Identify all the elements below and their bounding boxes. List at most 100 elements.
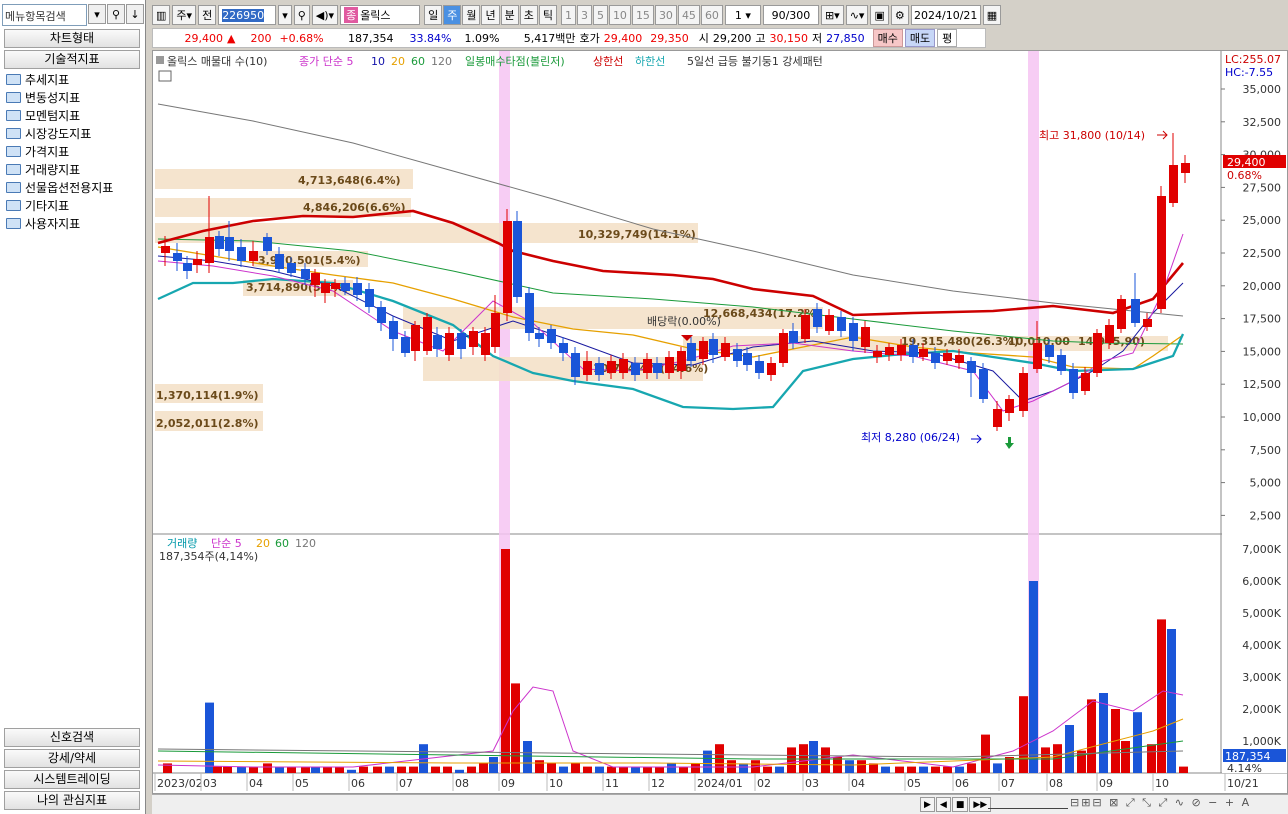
volume-bar [691, 763, 700, 773]
buy-button[interactable]: 매수 [872, 29, 903, 47]
count-select[interactable]: 1 ▾ [724, 5, 761, 25]
price-axis-label: 32,500 [1243, 116, 1282, 129]
dropdown-icon[interactable]: ▾ [88, 4, 106, 24]
panel-bottom-button[interactable]: 시스템트레이딩 [4, 770, 140, 789]
volume-profile-label: 4,713,648(6.4%) [298, 174, 401, 187]
period-tab[interactable]: 분 [500, 5, 519, 25]
indicator-folder[interactable]: 거래량지표 [6, 160, 113, 178]
candle-body [1005, 399, 1014, 413]
minute-button[interactable]: 5 [592, 5, 608, 25]
indicator-folder[interactable]: 변동성지표 [6, 88, 113, 106]
open-label: 시 [698, 32, 709, 45]
stock-name-field[interactable]: 종 올릭스 [340, 5, 421, 25]
time-axis-label: 06 [351, 777, 365, 790]
candle-body [631, 363, 640, 375]
legend-marker [156, 56, 164, 64]
candle-body [411, 325, 420, 351]
right-arrow-icon [1157, 130, 1168, 140]
speaker-icon[interactable]: ◀)▾ [311, 5, 339, 25]
date-field[interactable]: 2024/10/21 [910, 5, 981, 25]
prev-button[interactable]: 전 [198, 5, 217, 25]
volume-axis-label: 4,000K [1242, 639, 1281, 652]
panel-bottom-button[interactable]: 강세/약세 [4, 749, 140, 768]
chart-type-header[interactable]: 차트형태 [4, 29, 140, 48]
time-axis-label: 10 [1155, 777, 1169, 790]
minute-button[interactable]: 30 [654, 5, 677, 25]
volume-bar [347, 769, 356, 773]
zoom-slider[interactable] [988, 799, 1068, 809]
volume-bar [455, 769, 464, 773]
menu-search-input[interactable]: 메뉴항목검색 [2, 4, 87, 26]
period-tab[interactable]: 일 [424, 5, 443, 25]
candle-body [535, 333, 544, 339]
stock-chart[interactable]: 4,713,648(6.4%) 4,846,206(6.6%) 10,329,749… [152, 50, 1288, 794]
indicator-folder[interactable]: 시장강도지표 [6, 124, 113, 142]
indicator-folder[interactable]: 선물옵션전용지표 [6, 178, 113, 196]
indicator-folder[interactable]: 모멘텀지표 [6, 106, 113, 124]
volume-bar [409, 766, 418, 773]
minute-button[interactable]: 3 [576, 5, 592, 25]
upper-band-legend: 상한선 [593, 55, 623, 68]
open-price: 29,200 [712, 31, 752, 45]
tool-icons[interactable]: ⊟⊞⊟ ⊠ ⤢ ⤡ ⤢ ∿ ⊘ − + A [1070, 796, 1251, 810]
candle-body [341, 283, 350, 291]
volume-tag-pct: 4.14% [1227, 762, 1262, 775]
volume-ma20-legend: 20 [256, 537, 270, 550]
period-tab[interactable]: 틱 [538, 5, 557, 25]
down-arrow-icon[interactable]: ↓ [126, 4, 144, 24]
minute-button[interactable]: 1 [560, 5, 576, 25]
volume-bar [739, 763, 748, 773]
volume-axis-label: 7,000K [1242, 543, 1281, 556]
code-dropdown-icon[interactable]: ▾ [278, 5, 292, 25]
indicator-folder[interactable]: 추세지표 [6, 70, 113, 88]
volume-bar [1099, 693, 1108, 773]
candle-body [1081, 373, 1090, 391]
minute-button[interactable]: 45 [677, 5, 700, 25]
candle-body [643, 359, 652, 373]
sell-button[interactable]: 매도 [904, 29, 936, 47]
scroll-left-icon[interactable]: ▶ [920, 797, 935, 812]
price-axis-label: 12,500 [1243, 378, 1282, 391]
volume-axis-label: 1,000K [1242, 735, 1281, 748]
technical-indicator-header[interactable]: 기술적지표 [4, 50, 140, 69]
period-select[interactable]: 주 ▾ [172, 5, 197, 25]
candle-body [513, 221, 522, 297]
count-input[interactable]: 90/300 [762, 5, 819, 25]
settings-icon[interactable]: ⚙ [890, 5, 909, 25]
layout-icon[interactable]: ▥ [152, 5, 171, 25]
line-tool-icon[interactable]: ∿▾ [845, 5, 869, 25]
save-icon[interactable]: ▣ [870, 5, 889, 25]
stop-icon[interactable]: ■ [951, 797, 969, 812]
minute-button[interactable]: 10 [608, 5, 631, 25]
folder-icon [6, 109, 21, 121]
candle-type-icon[interactable]: ⊞▾ [820, 5, 844, 25]
volume-bar [1041, 747, 1050, 773]
stock-code-input[interactable]: 226950 [218, 5, 277, 25]
panel-bottom-button[interactable]: 신호검색 [4, 728, 140, 747]
volume-ma120-legend: 120 [295, 537, 316, 550]
indicator-folder[interactable]: 기타지표 [6, 196, 113, 214]
candle-body [491, 313, 500, 347]
search-icon[interactable]: ⚲ [293, 5, 310, 25]
candle-body [979, 369, 988, 399]
indicator-folder[interactable]: 가격지표 [6, 142, 113, 160]
eval-button[interactable]: 평 [937, 29, 958, 47]
calendar-icon[interactable]: ▦ [982, 5, 1002, 25]
period-tab[interactable]: 주 [443, 5, 462, 25]
indicator-folder[interactable]: 사용자지표 [6, 214, 113, 232]
search-icon[interactable]: ⚲ [107, 4, 125, 24]
volume-bar [263, 763, 272, 773]
chart-svg[interactable]: 4,713,648(6.4%)4,846,206(6.6%)10,329,749… [153, 51, 1287, 793]
chart-scroll-bar: ▶ ◀ ■ ▶▶ ⊟⊞⊟ ⊠ ⤢ ⤡ ⤢ ∿ ⊘ − + A [152, 794, 1288, 814]
pattern-legend: 5일선 급등 불기둥1 강세패턴 [687, 54, 823, 68]
panel-bottom-button[interactable]: 나의 관심지표 [4, 791, 140, 810]
volume-bar [275, 766, 284, 773]
play-icon[interactable]: ◀ [935, 797, 951, 812]
period-tab[interactable]: 년 [481, 5, 500, 25]
minute-button[interactable]: 15 [631, 5, 654, 25]
minute-button[interactable]: 60 [700, 5, 723, 25]
volume-bar [335, 766, 344, 773]
volume-bar [1087, 699, 1096, 773]
period-tab[interactable]: 월 [462, 5, 481, 25]
period-tab[interactable]: 초 [519, 5, 538, 25]
